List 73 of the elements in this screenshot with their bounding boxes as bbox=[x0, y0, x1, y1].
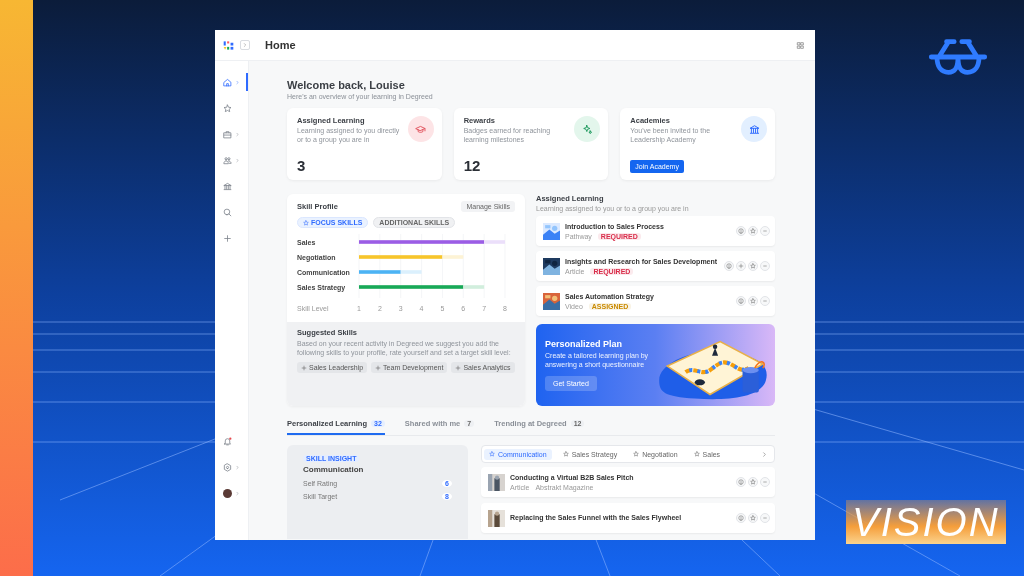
info-icon bbox=[738, 479, 744, 485]
level-bar bbox=[359, 270, 401, 274]
minus-icon bbox=[762, 515, 768, 521]
more-button[interactable] bbox=[760, 477, 770, 487]
star-icon bbox=[223, 103, 232, 113]
minus-icon bbox=[762, 228, 768, 234]
search-icon bbox=[223, 207, 232, 217]
info-icon bbox=[738, 515, 744, 521]
glasses-icon bbox=[927, 36, 989, 78]
next-icon[interactable] bbox=[761, 450, 768, 458]
info-icon bbox=[726, 263, 732, 269]
favorite-button[interactable] bbox=[748, 261, 758, 271]
chevron-right-icon bbox=[242, 42, 248, 48]
target-bar bbox=[442, 255, 464, 259]
avatar bbox=[223, 488, 232, 498]
info-icon bbox=[738, 228, 744, 234]
briefcase-icon bbox=[223, 129, 232, 139]
card-count: 3 bbox=[297, 158, 306, 173]
star-icon bbox=[489, 451, 495, 457]
chevron-right-icon bbox=[235, 490, 240, 496]
info-button[interactable] bbox=[736, 513, 746, 523]
chevron-right-icon bbox=[235, 464, 240, 470]
bell-icon bbox=[223, 436, 232, 446]
star-icon bbox=[303, 219, 309, 226]
plan-title: Personalized Plan bbox=[545, 339, 623, 349]
bank-icon bbox=[223, 181, 232, 191]
info-button[interactable] bbox=[724, 261, 734, 271]
plus-icon bbox=[455, 364, 462, 371]
favorite-button[interactable] bbox=[748, 226, 758, 236]
add-button[interactable] bbox=[736, 261, 746, 271]
more-button[interactable] bbox=[760, 226, 770, 236]
more-button[interactable] bbox=[760, 296, 770, 306]
more-button[interactable] bbox=[760, 261, 770, 271]
chevron-right-icon bbox=[235, 79, 240, 85]
plus-icon bbox=[375, 364, 382, 371]
logo-icon bbox=[223, 39, 234, 51]
target-bar bbox=[400, 270, 422, 274]
favorite-button[interactable] bbox=[748, 296, 758, 306]
star-icon bbox=[750, 479, 756, 485]
chevron-right-icon bbox=[235, 157, 240, 163]
star-icon bbox=[750, 298, 756, 304]
favorite-button[interactable] bbox=[748, 477, 758, 487]
star-icon bbox=[750, 228, 756, 234]
insight-title: Communication bbox=[303, 465, 364, 474]
card-count: 12 bbox=[463, 158, 481, 173]
info-button[interactable] bbox=[736, 477, 746, 487]
welcome-title: Welcome back, Louise bbox=[287, 79, 406, 91]
page-title: Home bbox=[265, 39, 296, 51]
plus-icon bbox=[738, 263, 744, 269]
star-icon bbox=[750, 515, 756, 521]
minus-icon bbox=[762, 263, 768, 269]
info-button[interactable] bbox=[736, 226, 746, 236]
brand-title: VISION bbox=[846, 500, 1006, 544]
plus-icon bbox=[223, 233, 232, 243]
star-icon bbox=[693, 451, 700, 457]
info-icon bbox=[738, 298, 744, 304]
star-icon bbox=[633, 451, 640, 457]
expand-button[interactable] bbox=[240, 40, 250, 50]
more-button[interactable] bbox=[760, 513, 770, 523]
people-icon bbox=[223, 155, 232, 165]
minus-icon bbox=[762, 479, 768, 485]
info-button[interactable] bbox=[736, 296, 746, 306]
favorite-button[interactable] bbox=[748, 513, 758, 523]
home-icon bbox=[223, 77, 232, 87]
target-bar bbox=[463, 285, 485, 289]
settings-icon bbox=[223, 462, 232, 472]
apps-icon[interactable] bbox=[796, 40, 805, 50]
plus-icon bbox=[301, 364, 307, 371]
chevron-right-icon bbox=[235, 131, 240, 137]
minus-icon bbox=[762, 298, 768, 304]
star-icon bbox=[750, 263, 756, 269]
target-bar bbox=[484, 240, 505, 244]
star-icon bbox=[562, 451, 569, 457]
